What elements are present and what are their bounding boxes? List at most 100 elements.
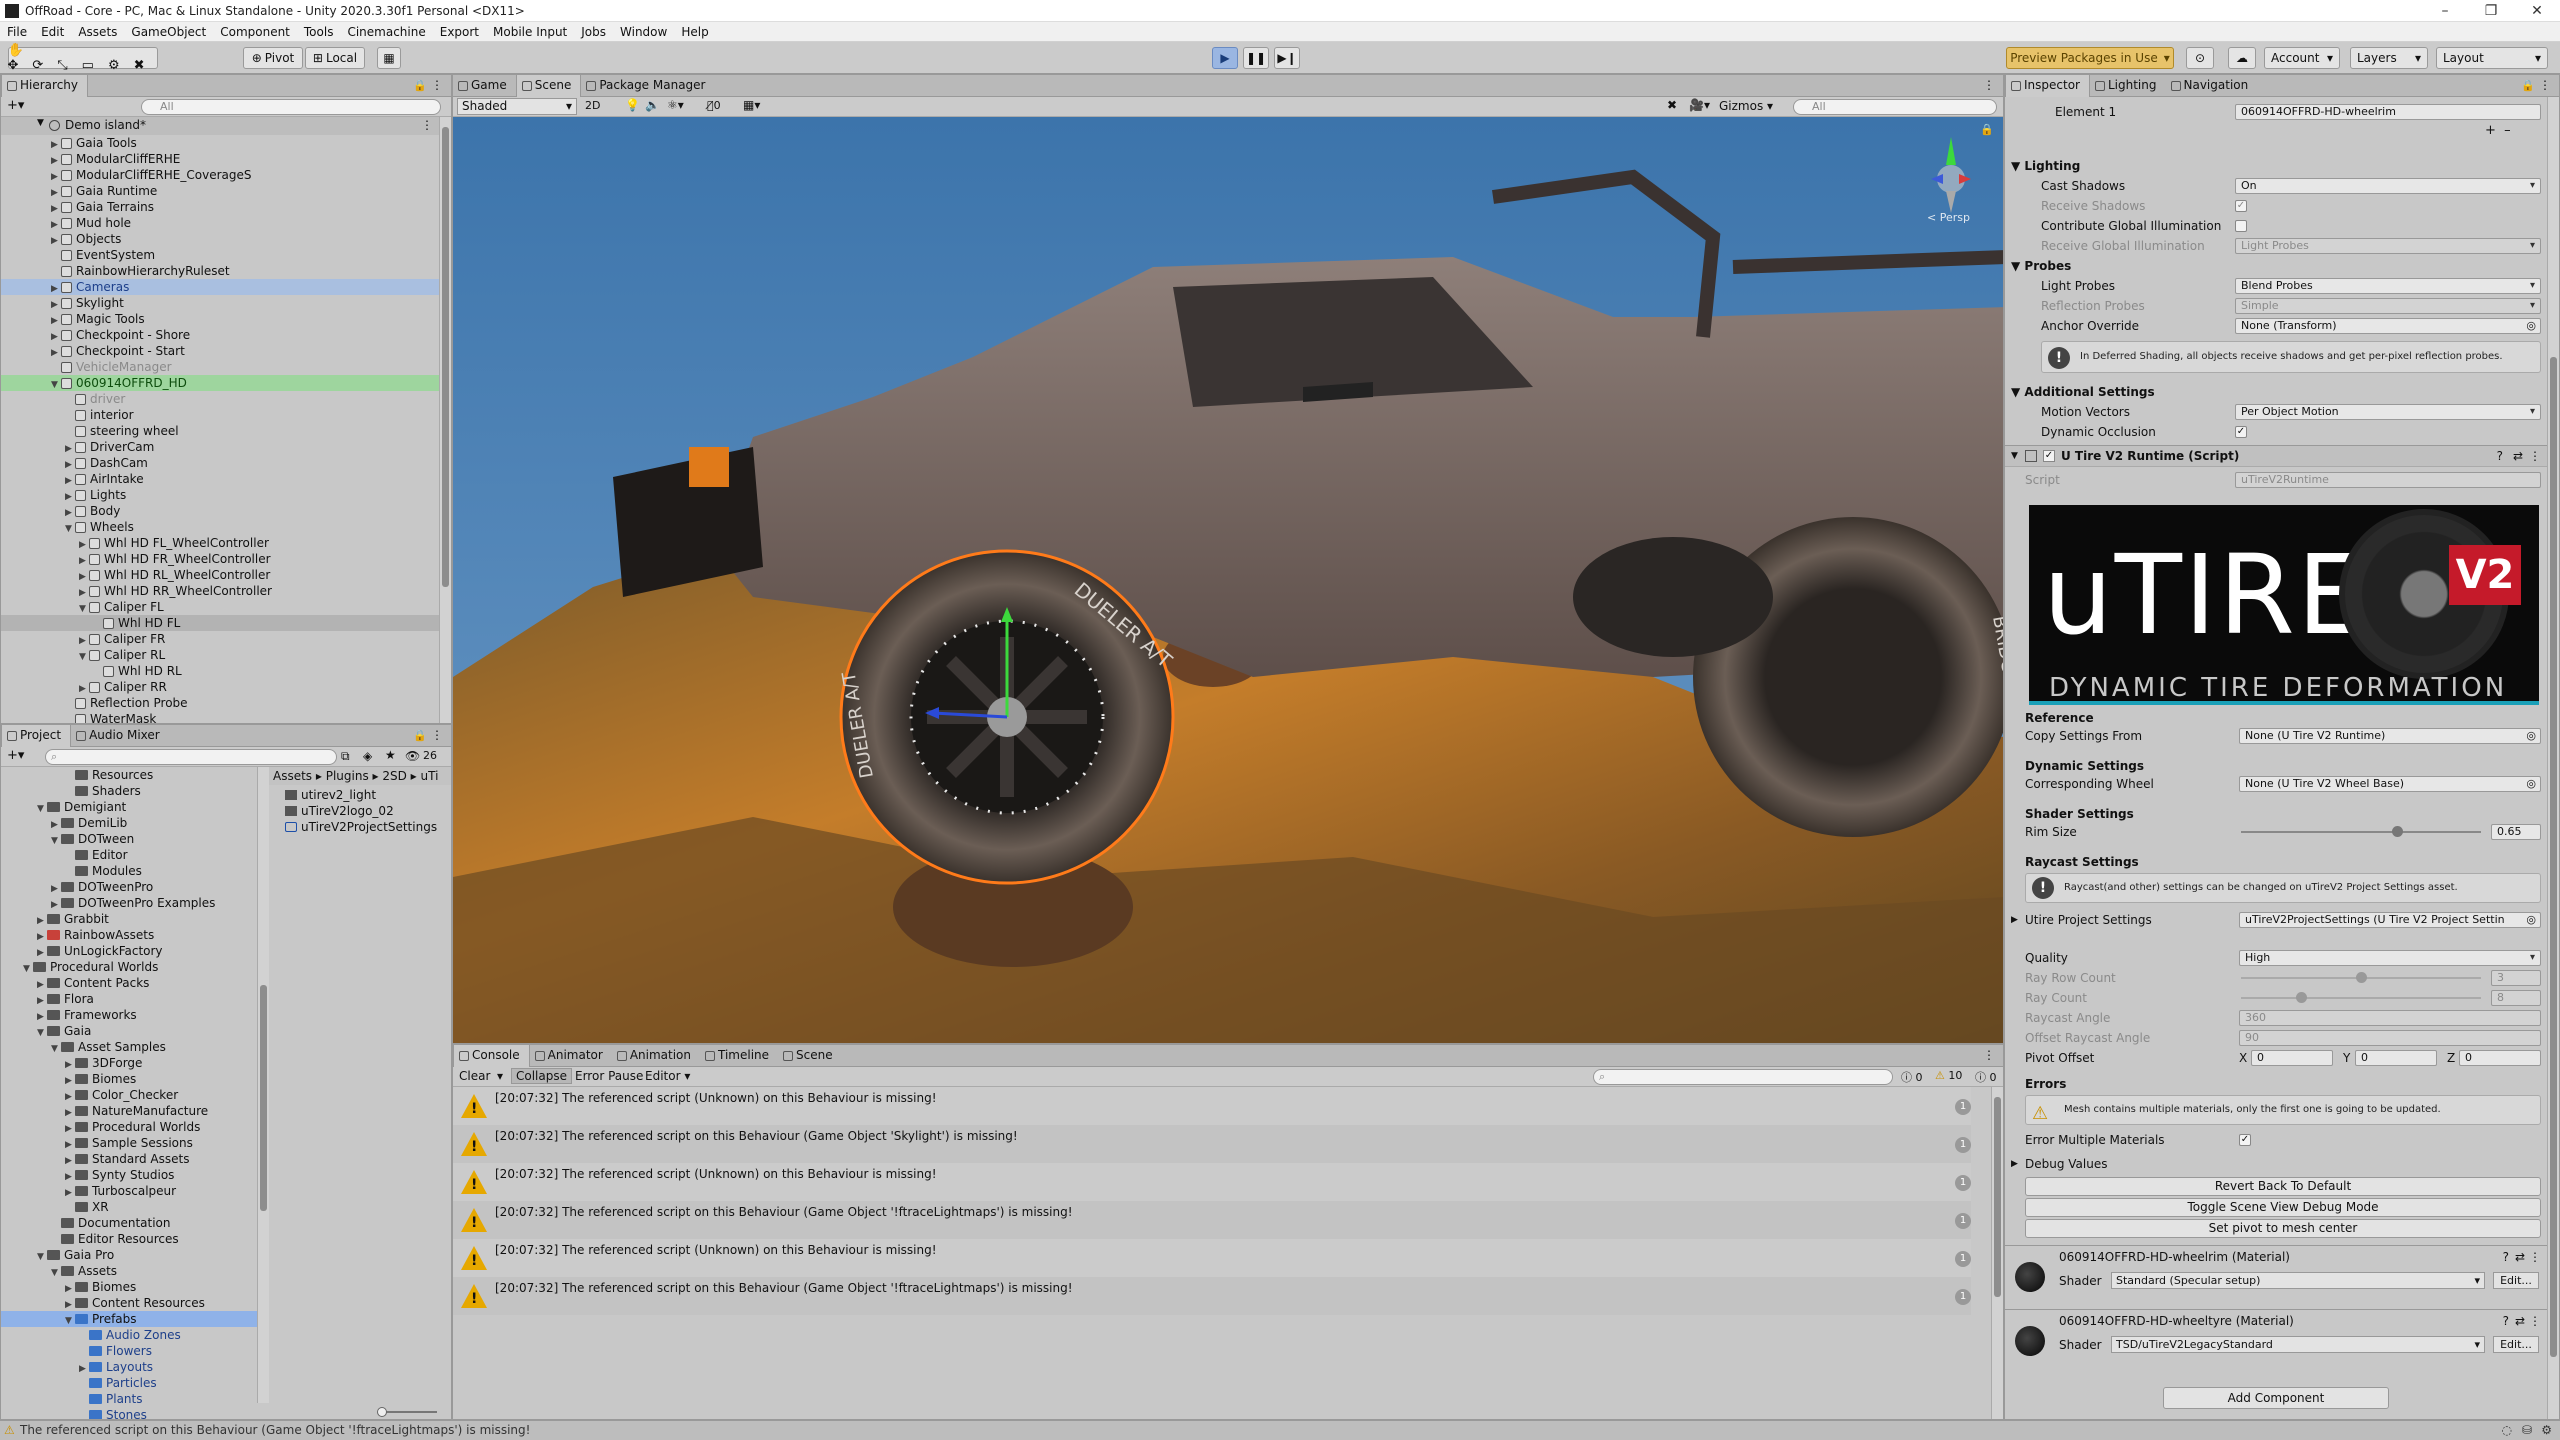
scroll-thumb[interactable] (260, 985, 267, 1211)
debug-mode-icon[interactable]: ⚙ (2541, 1421, 2552, 1440)
preview-packages-dropdown[interactable]: Preview Packages in Use ▾ (2006, 47, 2174, 69)
hierarchy-item[interactable]: ▶ Checkpoint - Start (1, 343, 441, 359)
contribute-gi-checkbox[interactable] (2235, 220, 2247, 232)
corresponding-wheel-field[interactable]: None (U Tire V2 Wheel Base) ◎ (2239, 776, 2541, 792)
project-folder-item[interactable]: Flowers (1, 1343, 257, 1359)
project-asset-item[interactable]: utirev2_light (285, 787, 376, 803)
project-folder-item[interactable]: ▶ Procedural Worlds (1, 1119, 257, 1135)
ray-count-slider-thumb[interactable] (2296, 992, 2307, 1003)
project-folder-item[interactable]: ▶ RainbowAssets (1, 927, 257, 943)
hierarchy-item[interactable]: ▶ Body (1, 503, 441, 519)
utire-project-settings-field[interactable]: uTireV2ProjectSettings (U Tire V2 Projec… (2239, 912, 2541, 928)
debug-values-row[interactable]: ▶ Debug Values (2005, 1155, 2547, 1173)
project-folder-item[interactable]: Resources (1, 767, 257, 783)
help-icon[interactable]: ? (2503, 1250, 2509, 1264)
anchor-override-field[interactable]: None (Transform) ◎ (2235, 318, 2541, 334)
status-bar[interactable]: ⚠ The referenced script on this Behaviou… (0, 1420, 2560, 1440)
menu-item-window[interactable]: Window (613, 25, 674, 39)
probes-section[interactable]: ▼ Probes (2011, 257, 2547, 275)
edit-shader-button[interactable]: Edit... (2493, 1336, 2539, 1353)
project-folder-item[interactable]: Shaders (1, 783, 257, 799)
tab-package-manager[interactable]: Package Manager (581, 75, 714, 97)
project-folder-item[interactable]: ▶ Flora (1, 991, 257, 1007)
hierarchy-item[interactable]: ▶ Whl HD FR_WheelController (1, 551, 441, 567)
hierarchy-item[interactable]: ▶ Magic Tools (1, 311, 441, 327)
collapse-toggle[interactable]: Collapse (511, 1068, 572, 1084)
menu-item-mobile-input[interactable]: Mobile Input (486, 25, 574, 39)
project-folder-item[interactable]: Editor Resources (1, 1231, 257, 1247)
toggle-debug-button[interactable]: Toggle Scene View Debug Mode (2025, 1198, 2541, 1217)
menu-dots-icon[interactable]: ⋮ (2529, 1250, 2541, 1264)
project-tree-scrollbar[interactable] (257, 767, 269, 1403)
project-folder-item[interactable]: ▼ Procedural Worlds (1, 959, 257, 975)
project-search-input[interactable]: ⌕ (45, 749, 337, 765)
lighting-section[interactable]: ▼ Lighting (2011, 157, 2547, 175)
hierarchy-item[interactable]: ▶ Whl HD FL_WheelController (1, 535, 441, 551)
presets-icon[interactable]: ⇄ (2515, 1250, 2525, 1264)
component-enabled-checkbox[interactable]: ✓ (2043, 450, 2055, 462)
lock-icon[interactable]: 🔒 (1980, 123, 1994, 136)
hierarchy-item[interactable]: ▶ Objects (1, 231, 441, 247)
breadcrumb-utire[interactable]: uTi (421, 769, 439, 783)
hierarchy-item[interactable]: ▶ DashCam (1, 455, 441, 471)
hierarchy-item[interactable]: ▶ Caliper RR (1, 679, 441, 695)
cloud-button[interactable]: ☁ (2228, 47, 2256, 69)
hierarchy-item[interactable]: driver (1, 391, 441, 407)
motion-vectors-dropdown[interactable]: Per Object Motion (2235, 404, 2541, 420)
scroll-thumb[interactable] (1994, 1097, 2001, 1297)
project-asset-item[interactable]: uTireV2ProjectSettings (285, 819, 437, 835)
pivot-x-field[interactable]: 0 (2251, 1050, 2333, 1066)
project-folder-item[interactable]: ▶ UnLogickFactory (1, 943, 257, 959)
menu-dots-icon[interactable]: ⋮ (1983, 1048, 1995, 1062)
project-folder-item[interactable]: Plants (1, 1391, 257, 1407)
tab-inspector[interactable]: Inspector (2005, 75, 2090, 97)
tab-game[interactable]: Game (453, 75, 516, 97)
rim-size-slider-thumb[interactable] (2392, 826, 2403, 837)
menu-dots-icon[interactable]: ⋮ (1983, 78, 1995, 92)
menu-dots-icon[interactable]: ⋮ (431, 78, 443, 92)
hierarchy-item[interactable]: ▶ Skylight (1, 295, 441, 311)
hierarchy-item[interactable]: ▼ Caliper RL (1, 647, 441, 663)
project-folder-item[interactable]: ▼ Gaia (1, 1023, 257, 1039)
project-folder-item[interactable]: ▼ Asset Samples (1, 1039, 257, 1055)
ray-count-slider[interactable] (2241, 992, 2481, 1003)
tab-hierarchy[interactable]: Hierarchy (1, 75, 89, 97)
project-folder-item[interactable]: ▶ Content Resources (1, 1295, 257, 1311)
project-folder-item[interactable]: Documentation (1, 1215, 257, 1231)
chevron-right-icon[interactable]: ▶ (2011, 911, 2018, 929)
transform-tools[interactable]: ✋✥⟳⤡▭⚙✖ (8, 43, 158, 73)
light-probes-dropdown[interactable]: Blend Probes (2235, 278, 2541, 294)
menu-dots-icon[interactable]: ⋮ (421, 118, 433, 132)
project-folder-item[interactable]: ▶ DemiLib (1, 815, 257, 831)
project-folder-item[interactable]: Stones (1, 1407, 257, 1419)
scene-viewport[interactable]: DUELER A/T DUELER A/T BRIDGE < Persp 🔒 (453, 117, 2003, 1043)
rim-size-field[interactable]: 0.65 (2491, 824, 2541, 840)
account-dropdown[interactable]: Account ▾ (2264, 47, 2340, 69)
editor-dropdown[interactable]: Editor ▾ (645, 1069, 690, 1083)
lock-icon[interactable]: 🔒 (413, 729, 427, 742)
lock-icon[interactable]: 🔒 (2521, 79, 2535, 92)
add-component-button[interactable]: Add Component (2163, 1387, 2389, 1409)
offset-raycast-angle-field[interactable]: 90 (2239, 1030, 2541, 1046)
tab-timeline[interactable]: Timeline (700, 1045, 778, 1067)
hierarchy-item[interactable]: ▶ Whl HD RR_WheelController (1, 583, 441, 599)
scene-search-input[interactable]: All (1793, 99, 1997, 115)
ray-row-count-slider[interactable] (2241, 972, 2481, 983)
pivot-z-field[interactable]: 0 (2459, 1050, 2541, 1066)
project-folder-item[interactable]: ▶ Biomes (1, 1279, 257, 1295)
project-folder-item[interactable]: ▶ Turboscalpeur (1, 1183, 257, 1199)
help-icon[interactable]: ? (2503, 1314, 2509, 1328)
object-picker-icon[interactable]: ◎ (2526, 729, 2536, 743)
project-folder-item[interactable]: Editor (1, 847, 257, 863)
hierarchy-search-input[interactable]: All (141, 99, 441, 115)
project-folder-item[interactable]: ▶ DOTweenPro Examples (1, 895, 257, 911)
local-toggle[interactable]: ⊞ Local (305, 47, 365, 69)
tab-console[interactable]: Console (453, 1045, 530, 1067)
ray-count-field[interactable]: 8 (2491, 990, 2541, 1006)
camera-settings-icon[interactable]: 🎥▾ (1689, 98, 1710, 112)
lighting-toggle-icon[interactable]: 💡 (625, 98, 640, 112)
scene-row[interactable]: ▼ Demo island* ⋮ (1, 117, 439, 135)
hidden-objects-icon[interactable]: 👁̸0 (707, 99, 721, 112)
hierarchy-item[interactable]: EventSystem (1, 247, 441, 263)
raycast-angle-field[interactable]: 360 (2239, 1010, 2541, 1026)
